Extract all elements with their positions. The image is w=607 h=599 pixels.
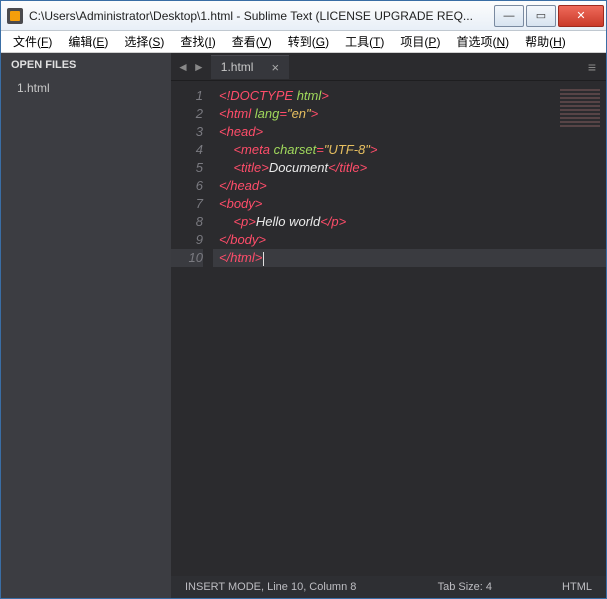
line-number: 8	[171, 213, 203, 231]
line-number: 4	[171, 141, 203, 159]
line-number: 3	[171, 123, 203, 141]
menu-item[interactable]: 项目(P)	[392, 31, 448, 52]
status-tabsize[interactable]: Tab Size: 4	[402, 581, 522, 593]
menu-item[interactable]: 选择(S)	[116, 31, 172, 52]
line-number: 2	[171, 105, 203, 123]
tabbar-menu-icon[interactable]: ≡	[588, 59, 606, 75]
line-number: 1	[171, 87, 203, 105]
code-line[interactable]: <head>	[219, 123, 606, 141]
code-content[interactable]: <!DOCTYPE html><html lang="en"><head> <m…	[213, 81, 606, 576]
code-line[interactable]: <body>	[219, 195, 606, 213]
menu-item[interactable]: 转到(G)	[280, 31, 337, 52]
code-line[interactable]: <meta charset="UTF-8">	[219, 141, 606, 159]
menu-item[interactable]: 查找(I)	[172, 31, 223, 52]
line-number: 5	[171, 159, 203, 177]
editor: ◄ ► 1.html × ≡ 12345678910 <!DOCTYPE htm…	[171, 53, 606, 598]
code-line[interactable]: <p>Hello world</p>	[219, 213, 606, 231]
line-number: 6	[171, 177, 203, 195]
menu-item[interactable]: 文件(F)	[5, 31, 60, 52]
tab-label: 1.html	[221, 60, 254, 74]
code-area[interactable]: 12345678910 <!DOCTYPE html><html lang="e…	[171, 81, 606, 576]
close-button[interactable]: ✕	[558, 5, 604, 27]
line-number: 10	[171, 249, 203, 267]
gutter: 12345678910	[171, 81, 213, 576]
minimap[interactable]	[560, 87, 600, 147]
line-number: 9	[171, 231, 203, 249]
window: C:\Users\Administrator\Desktop\1.html - …	[0, 0, 607, 599]
window-controls: — ▭ ✕	[492, 5, 604, 27]
status-syntax[interactable]: HTML	[522, 581, 592, 593]
menu-item[interactable]: 查看(V)	[224, 31, 280, 52]
code-line[interactable]: </head>	[219, 177, 606, 195]
statusbar: INSERT MODE, Line 10, Column 8 Tab Size:…	[171, 576, 606, 598]
sidebar-item[interactable]: 1.html	[1, 77, 171, 99]
menu-item[interactable]: 帮助(H)	[517, 31, 574, 52]
titlebar[interactable]: C:\Users\Administrator\Desktop\1.html - …	[1, 1, 606, 31]
tab-nav: ◄ ►	[171, 60, 211, 74]
client-area: OPEN FILES 1.html ◄ ► 1.html × ≡ 1234567…	[1, 53, 606, 598]
menu-item[interactable]: 工具(T)	[337, 31, 392, 52]
nav-forward-icon[interactable]: ►	[193, 60, 205, 74]
line-number: 7	[171, 195, 203, 213]
sidebar-header: OPEN FILES	[1, 53, 171, 77]
menubar: 文件(F)编辑(E)选择(S)查找(I)查看(V)转到(G)工具(T)项目(P)…	[1, 31, 606, 53]
sidebar: OPEN FILES 1.html	[1, 53, 171, 598]
tabbar: ◄ ► 1.html × ≡	[171, 53, 606, 81]
nav-back-icon[interactable]: ◄	[177, 60, 189, 74]
tab-1html[interactable]: 1.html ×	[211, 55, 289, 79]
status-position: INSERT MODE, Line 10, Column 8	[185, 581, 402, 593]
code-line[interactable]: <!DOCTYPE html>	[219, 87, 606, 105]
menu-item[interactable]: 编辑(E)	[60, 31, 116, 52]
cursor	[263, 252, 264, 266]
code-line[interactable]: </body>	[219, 231, 606, 249]
tab-close-icon[interactable]: ×	[271, 60, 279, 75]
maximize-button[interactable]: ▭	[526, 5, 556, 27]
menu-item[interactable]: 首选项(N)	[448, 31, 517, 52]
code-line[interactable]: <title>Document</title>	[219, 159, 606, 177]
window-title: C:\Users\Administrator\Desktop\1.html - …	[29, 9, 492, 23]
code-line[interactable]: <html lang="en">	[219, 105, 606, 123]
code-line[interactable]: </html>	[213, 249, 606, 267]
app-icon	[7, 8, 23, 24]
minimize-button[interactable]: —	[494, 5, 524, 27]
